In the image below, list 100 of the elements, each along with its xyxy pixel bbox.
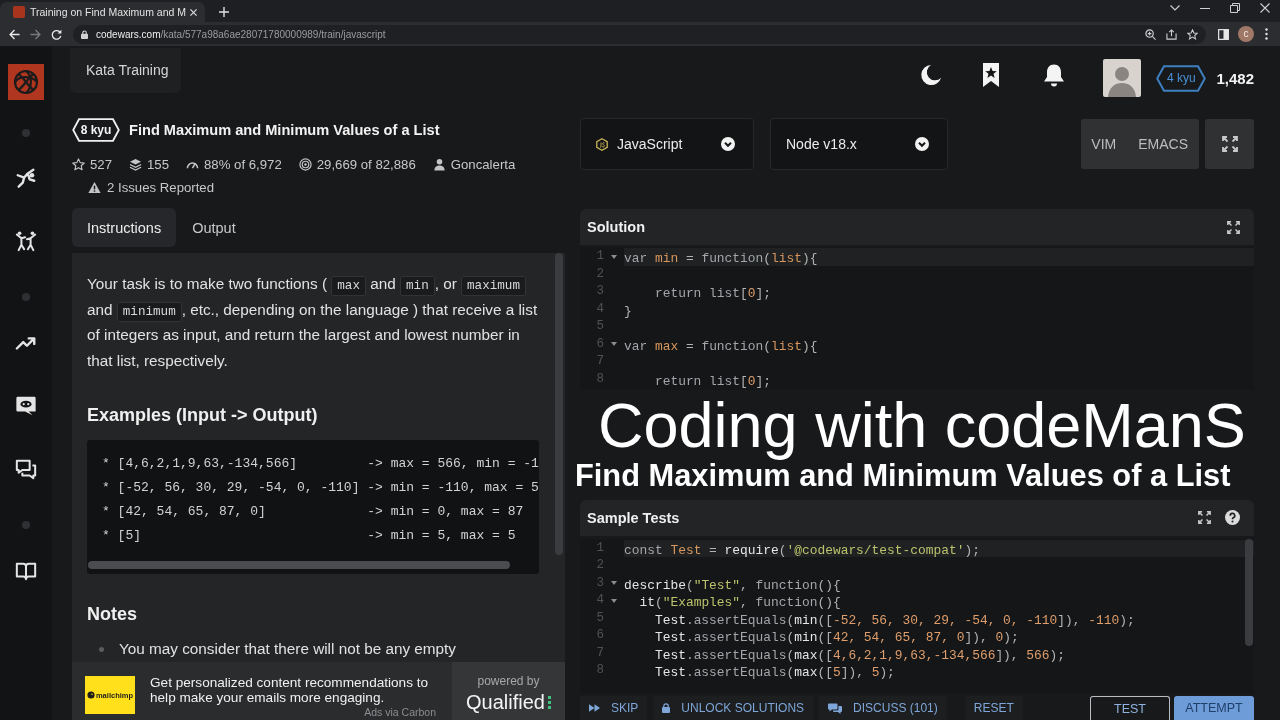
line-number: 4 — [595, 300, 604, 318]
runtime-dropdown[interactable]: Node v18.x — [770, 118, 948, 170]
fast-forward-icon — [589, 704, 600, 713]
scrollbar-thumb[interactable] — [1245, 538, 1253, 646]
code-line: Test.assertEquals(min([-52, 56, 30, 29, -54, 0, -110]), -110); — [653, 611, 1135, 630]
minimize-icon[interactable] — [1200, 7, 1210, 9]
code-line: Test.assertEquals(min([42, 54, 65, 87, 0]), 0); — [653, 629, 1019, 647]
kicking-figure-icon[interactable] — [15, 167, 37, 189]
code-line: Test.assertEquals(max([5]), 5); — [653, 664, 895, 682]
fold-caret-icon[interactable] — [611, 598, 617, 603]
line-number: 8 — [595, 662, 604, 680]
expand-icon — [1221, 136, 1238, 152]
dot-icon — [22, 293, 30, 301]
address-bar[interactable]: codewars.com/kata/577a98a6ae28071780000989/train/javascript — [73, 24, 1206, 44]
stack-icon — [129, 157, 142, 171]
line-number: 7 — [595, 644, 604, 662]
chevron-circle-icon — [915, 137, 929, 151]
panel-title: Solution — [587, 219, 645, 235]
moon-icon[interactable] — [920, 63, 943, 87]
powered-by-label: powered by — [477, 674, 540, 688]
line-number: 7 — [595, 353, 604, 370]
reset-button[interactable]: RESET — [964, 696, 1023, 720]
fullscreen-button[interactable] — [1205, 119, 1254, 169]
unlock-button[interactable]: UNLOCK SOLUTIONS — [653, 696, 814, 720]
side-panel-icon[interactable] — [1218, 28, 1229, 40]
fold-caret-icon[interactable] — [611, 342, 617, 347]
expand-icon[interactable] — [1227, 220, 1240, 234]
discuss-button[interactable]: DISCUSS (101) — [819, 696, 947, 720]
scrollbar-thumb[interactable] — [88, 561, 510, 569]
mode-button[interactable]: VIM — [1091, 136, 1117, 152]
avatar-image[interactable] — [1103, 59, 1142, 97]
bookmark-icon[interactable] — [982, 62, 1001, 88]
expand-icon[interactable] — [1198, 511, 1211, 525]
code-line: return list[0]; — [653, 285, 772, 303]
code-line: const Test = require('@codewars/test-compat'); — [624, 541, 980, 560]
mode-button[interactable]: EMACS — [1138, 136, 1188, 152]
line-number: 1 — [595, 539, 604, 557]
code-line: } — [624, 302, 632, 320]
star-outline-icon[interactable] — [72, 157, 85, 171]
zoom-in-icon[interactable] — [1145, 28, 1156, 40]
line-number: 5 — [595, 318, 604, 335]
author-link[interactable]: Goncalerta — [450, 156, 516, 172]
fighters-icon[interactable] — [15, 230, 37, 252]
reload-icon[interactable] — [51, 28, 62, 40]
rank-badge: 8 kyu — [72, 118, 120, 142]
section-heading: Notes — [87, 603, 138, 626]
ad-source-link[interactable]: Ads via Carbon — [364, 706, 436, 719]
test-button[interactable]: TEST — [1090, 696, 1170, 720]
line-number: 6 — [595, 335, 604, 353]
close-icon[interactable] — [190, 8, 197, 16]
language-dropdown[interactable]: JavaScript — [580, 118, 754, 170]
line-number: 3 — [595, 283, 604, 300]
user-icon — [432, 157, 446, 171]
warning-icon — [88, 180, 101, 194]
page-title: Kata Training — [70, 48, 181, 93]
speech-bubble-icon[interactable] — [15, 395, 37, 417]
tab[interactable]: Output — [177, 208, 251, 247]
plus-icon[interactable] — [219, 7, 229, 17]
bullet-icon — [99, 646, 104, 652]
rank-badge: 4 kyu — [1156, 64, 1207, 92]
tab[interactable]: Instructions — [72, 208, 177, 247]
url-text[interactable]: codewars.com/kata/577a98a6ae28071780000989/train/javascript — [96, 28, 386, 40]
fold-caret-icon[interactable] — [611, 254, 617, 259]
code-editor[interactable] — [580, 538, 1254, 695]
browser-tab[interactable]: Training on Find Maximum and M — [0, 2, 205, 22]
scrollbar-thumb[interactable] — [555, 253, 563, 555]
dots-icon — [547, 696, 551, 709]
code-example-line: * [4,6,2,1,9,63,-134,566] -> max = 566, min = -1 — [102, 455, 539, 473]
target-icon — [298, 157, 312, 171]
code-line: it("Examples", function(){ — [638, 594, 841, 612]
issues-link[interactable]: 2 Issues Reported — [107, 179, 215, 195]
code-editor[interactable]: 1 var min = function(list){ 2 3 return list[0]; 4 } 5 6 var max = function(list){ 7 8 return list[0]; — [580, 247, 1254, 390]
star-icon[interactable] — [1187, 28, 1198, 40]
instructions-paragraph: Your task is to make two functions ( max and min , or maximum and minimum , etc., depending on the language ) that receive a list of integers as input, and return the largest and lowest number in that list, respectively. — [87, 274, 538, 371]
section-heading: Examples (Input -> Output) — [87, 404, 319, 427]
restore-icon[interactable] — [1230, 3, 1240, 13]
brand-name: Qualified — [466, 691, 545, 714]
bell-icon[interactable] — [1043, 63, 1066, 87]
lock-icon — [81, 29, 88, 39]
ad-text: Get personalized content recommendations to help make your emails more engaging. — [150, 675, 430, 705]
powered-by-panel[interactable]: powered by Qualified — [452, 662, 565, 720]
attempt-button[interactable]: ATTEMPT — [1174, 696, 1254, 720]
chevron-down-icon[interactable] — [1170, 5, 1180, 11]
skip-button[interactable]: SKIP — [580, 696, 648, 720]
mascot-icon — [86, 691, 95, 699]
code-line: describe("Test", function(){ — [624, 576, 841, 595]
stat-value: 155 — [147, 156, 170, 172]
line-number: 3 — [595, 574, 604, 592]
note-text: You may consider that there will not be any empty — [119, 640, 456, 658]
book-icon[interactable] — [15, 560, 37, 582]
speech-bubbles-icon[interactable] — [15, 459, 37, 481]
logo-icon[interactable] — [8, 64, 44, 100]
line-number: 5 — [595, 609, 604, 627]
back-arrow-icon[interactable] — [9, 28, 20, 40]
help-icon[interactable] — [1225, 510, 1240, 526]
code-example-line: * [42, 54, 65, 87, 0] -> min = 0, max = 87 — [102, 503, 525, 521]
close-icon[interactable] — [1260, 3, 1270, 13]
fold-caret-icon[interactable] — [611, 581, 617, 586]
share-icon[interactable] — [1166, 28, 1177, 40]
menu-icon[interactable] — [1265, 28, 1268, 40]
